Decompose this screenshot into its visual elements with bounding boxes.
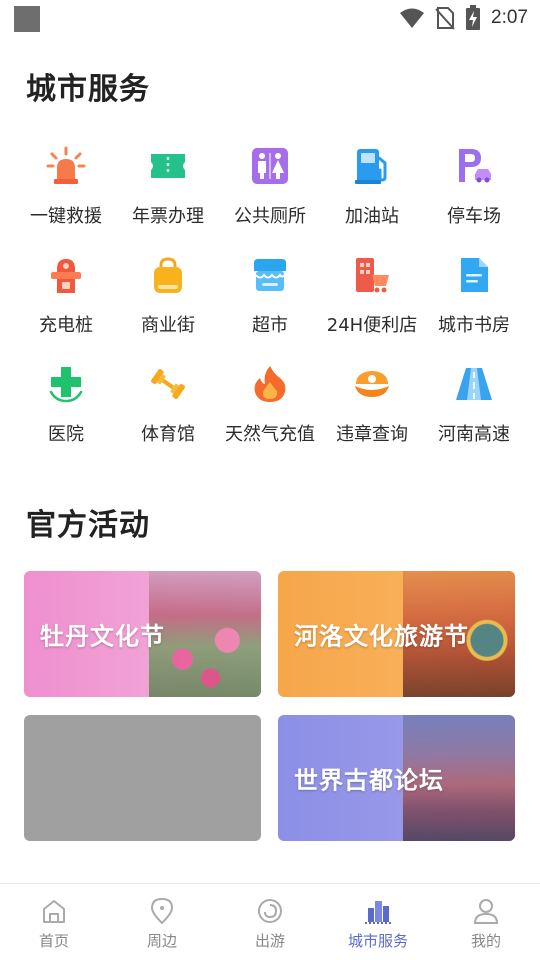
card-title: 河洛文化旅游节	[294, 622, 469, 651]
flame-icon	[248, 362, 292, 406]
service-gas-station[interactable]: 加油站	[321, 140, 423, 249]
police-cap-icon	[350, 362, 394, 406]
home-icon	[43, 900, 65, 923]
service-public-toilet[interactable]: 公共厕所	[219, 140, 321, 249]
service-city-library[interactable]: 城市书房	[423, 249, 525, 358]
tab-label: 周边	[146, 932, 177, 950]
tab-label: 城市服务	[347, 932, 408, 950]
service-label: 公共厕所	[234, 206, 306, 227]
battery-charging-icon	[466, 5, 481, 30]
notification-icon	[14, 6, 40, 32]
service-label: 医院	[48, 424, 84, 445]
service-label: 年票办理	[132, 206, 204, 227]
services-grid: 一键救援 年票办理 公共厕所 加油站 停车场 充电桩 商业街 超市 24H便利店…	[15, 140, 525, 467]
service-supermarket[interactable]: 超市	[219, 249, 321, 358]
service-annual-ticket[interactable]: 年票办理	[117, 140, 219, 249]
parking-icon	[452, 144, 496, 188]
wifi-icon	[400, 8, 425, 28]
hospital-cross-icon	[44, 362, 88, 406]
restroom-icon	[248, 144, 292, 188]
services-title: 城市服务	[26, 72, 150, 107]
swirl-icon	[258, 899, 282, 923]
service-label: 24H便利店	[326, 315, 418, 336]
service-label: 城市书房	[438, 315, 510, 336]
service-charging-pile[interactable]: 充电桩	[15, 249, 117, 358]
service-label: 体育馆	[141, 424, 195, 445]
tab-label: 出游	[254, 932, 285, 950]
shopping-bag-icon	[146, 253, 190, 297]
document-icon	[452, 253, 496, 297]
dumbbell-icon	[146, 362, 190, 406]
tab-label: 我的	[470, 932, 501, 950]
status-bar: 2:07	[0, 0, 540, 36]
tab-home[interactable]: 首页	[0, 884, 108, 960]
service-label: 充电桩	[39, 315, 93, 336]
service-label: 超市	[252, 315, 288, 336]
tab-nearby[interactable]: 周边	[108, 884, 216, 960]
fuel-pump-icon	[350, 144, 394, 188]
service-24h-store[interactable]: 24H便利店	[321, 249, 423, 358]
card-title: 世界古都论坛	[294, 766, 444, 795]
service-label: 一键救援	[30, 206, 102, 227]
service-gymnasium[interactable]: 体育馆	[117, 358, 219, 467]
store-icon	[248, 253, 292, 297]
no-sim-icon	[435, 7, 455, 30]
service-label: 违章查询	[336, 424, 408, 445]
service-label: 商业街	[141, 315, 195, 336]
service-label: 河南高速	[438, 424, 510, 445]
activity-card-ancient-capitals-forum[interactable]: 世界古都论坛	[278, 715, 515, 841]
service-label: 停车场	[447, 206, 501, 227]
activities-title: 官方活动	[26, 508, 150, 543]
tab-label: 首页	[38, 932, 69, 950]
service-parking[interactable]: 停车场	[423, 140, 525, 249]
tab-travel[interactable]: 出游	[216, 884, 324, 960]
highway-icon	[452, 362, 496, 406]
activity-card-placeholder[interactable]	[24, 715, 261, 841]
service-henan-highway[interactable]: 河南高速	[423, 358, 525, 467]
siren-icon	[44, 144, 88, 188]
activity-card-peony-festival[interactable]: 牡丹文化节	[24, 571, 261, 697]
location-pin-icon	[150, 897, 174, 925]
service-emergency-rescue[interactable]: 一键救援	[15, 140, 117, 249]
service-commercial-street[interactable]: 商业街	[117, 249, 219, 358]
service-label: 天然气充值	[225, 424, 315, 445]
ticket-icon	[146, 144, 190, 188]
bottom-tab-bar: 首页 周边 出游 城市服务 我的	[0, 883, 540, 960]
user-icon	[473, 899, 499, 924]
charging-pile-icon	[44, 253, 88, 297]
clock: 2:07	[491, 7, 528, 28]
service-gas-recharge[interactable]: 天然气充值	[219, 358, 321, 467]
tab-city-services[interactable]: 城市服务	[324, 884, 432, 960]
activity-card-heluo-festival[interactable]: 河洛文化旅游节	[278, 571, 515, 697]
service-violation-query[interactable]: 违章查询	[321, 358, 423, 467]
service-hospital[interactable]: 医院	[15, 358, 117, 467]
convenience-store-icon	[350, 253, 394, 297]
status-indicators: 2:07	[399, 4, 528, 32]
service-label: 加油站	[345, 206, 399, 227]
card-title: 牡丹文化节	[40, 622, 165, 651]
peony-photo	[149, 571, 261, 697]
tab-mine[interactable]: 我的	[432, 884, 540, 960]
city-buildings-icon	[365, 901, 391, 924]
